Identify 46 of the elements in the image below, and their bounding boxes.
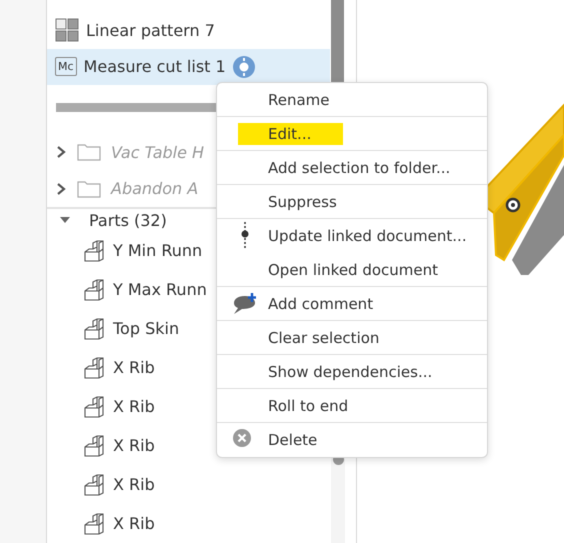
folder-label: Abandon A	[111, 179, 198, 198]
folder-label: Vac Table H	[111, 142, 204, 162]
menu-item[interactable]: Suppress	[217, 185, 487, 219]
part-label: X Rib	[113, 436, 155, 455]
part-label: Y Max Runn	[113, 280, 207, 299]
chevron-icon[interactable]	[55, 182, 67, 196]
feature-item[interactable]: Linear pattern 7	[47, 12, 330, 49]
folder-icon	[77, 180, 101, 198]
folder-icon	[77, 143, 101, 162]
part-icon	[83, 434, 105, 456]
delete-icon	[233, 429, 251, 447]
menu-item[interactable]: Delete	[217, 423, 487, 457]
part-label: Y Min Runn	[113, 241, 202, 260]
pattern-icon	[55, 18, 79, 42]
part-item[interactable]: X Rib	[47, 465, 331, 504]
chevron-icon[interactable]	[55, 145, 67, 160]
part-icon	[83, 356, 105, 378]
menu-item[interactable]: Edit...	[217, 117, 487, 151]
part-icon	[83, 474, 105, 496]
part-icon	[83, 240, 105, 262]
part-label: X Rib	[113, 475, 155, 494]
add-comment-icon	[233, 293, 259, 315]
measure-icon: Mc	[55, 57, 77, 76]
menu-item[interactable]: Show dependencies...	[217, 355, 487, 389]
menu-item[interactable]: Add comment	[217, 287, 487, 321]
part-label: X Rib	[113, 514, 155, 533]
linked-document-icon	[241, 222, 249, 248]
feature-label: Linear pattern 7	[86, 20, 215, 40]
part-icon	[83, 396, 105, 418]
part-label: X Rib	[113, 397, 155, 416]
part-icon	[83, 318, 105, 340]
part-icon	[83, 512, 105, 534]
menu-item[interactable]: Clear selection	[217, 321, 487, 355]
part-icon	[83, 278, 105, 300]
part-item[interactable]: X Rib	[47, 504, 331, 543]
menu-item[interactable]: Open linked document	[217, 253, 487, 287]
menu-item[interactable]: Roll to end	[217, 389, 487, 423]
parts-header[interactable]: Parts (32)	[89, 210, 167, 230]
part-label: X Rib	[113, 358, 155, 377]
menu-item[interactable]: Add selection to folder...	[217, 151, 487, 185]
info-icon[interactable]	[232, 56, 255, 78]
feature-item[interactable]: Mc Measure cut list 1	[47, 48, 330, 86]
menu-item[interactable]: Rename	[217, 83, 487, 117]
part-label: Top Skin	[113, 319, 180, 338]
menu-item[interactable]: Update linked document...	[217, 219, 487, 253]
feature-label: Measure cut list 1	[84, 57, 226, 76]
